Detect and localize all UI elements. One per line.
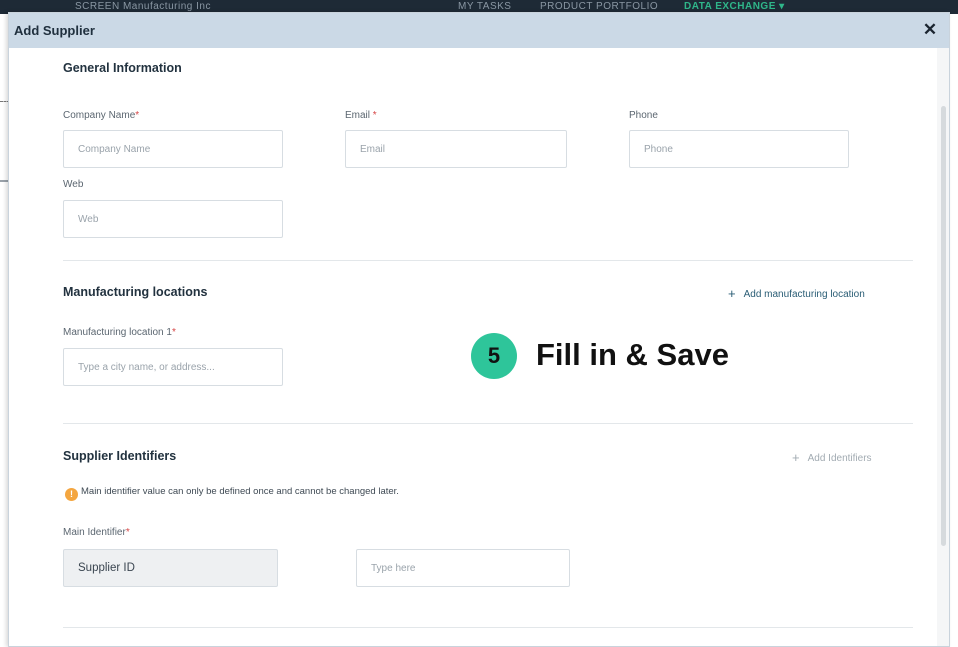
section-divider bbox=[63, 423, 913, 424]
background-company-text: SCREEN Manufacturing Inc bbox=[75, 1, 211, 12]
manufacturing-location-1-input[interactable] bbox=[63, 348, 283, 386]
add-manufacturing-location-button[interactable]: + Add manufacturing location bbox=[728, 286, 865, 301]
scrollbar-thumb[interactable] bbox=[941, 106, 946, 546]
plus-icon: + bbox=[728, 286, 736, 301]
add-identifiers-button[interactable]: + Add Identifiers bbox=[792, 450, 872, 465]
company-name-input[interactable] bbox=[63, 130, 283, 168]
company-name-label: Company Name* bbox=[63, 110, 140, 121]
email-label: Email * bbox=[345, 110, 377, 121]
plus-icon: + bbox=[792, 450, 800, 465]
supplier-identifiers-title: Supplier Identifiers bbox=[63, 449, 177, 463]
email-input[interactable] bbox=[345, 130, 567, 168]
background-exchange-text: DATA EXCHANGE ▾ bbox=[684, 1, 785, 12]
phone-input[interactable] bbox=[629, 130, 849, 168]
section-divider bbox=[63, 627, 913, 628]
modal-scrollbar[interactable] bbox=[937, 48, 949, 646]
background-tasks-text: MY TASKS bbox=[458, 1, 512, 12]
step-number-badge: 5 bbox=[471, 333, 517, 379]
modal-title: Add Supplier bbox=[14, 23, 95, 38]
web-input[interactable] bbox=[63, 200, 283, 238]
main-identifier-select[interactable] bbox=[63, 549, 278, 587]
web-label: Web bbox=[63, 179, 84, 190]
main-identifier-value-input[interactable] bbox=[356, 549, 570, 587]
step-instruction-text: Fill in & Save bbox=[536, 337, 729, 372]
identifier-warning-note: ! Main identifier value can only be defin… bbox=[65, 486, 399, 501]
warning-icon: ! bbox=[65, 488, 78, 501]
section-divider bbox=[63, 260, 913, 261]
main-identifier-label: Main Identifier* bbox=[63, 527, 130, 538]
general-information-title: General Information bbox=[63, 61, 182, 75]
background-portfolio-text: PRODUCT PORTFOLIO bbox=[540, 1, 659, 12]
modal-header: Add Supplier ✕ bbox=[9, 13, 949, 48]
phone-label: Phone bbox=[629, 110, 658, 121]
manufacturing-location-1-label: Manufacturing location 1* bbox=[63, 327, 176, 338]
manufacturing-locations-title: Manufacturing locations bbox=[63, 285, 208, 299]
close-icon[interactable]: ✕ bbox=[921, 20, 939, 40]
add-supplier-modal: Add Supplier ✕ General Information Compa… bbox=[8, 12, 950, 647]
